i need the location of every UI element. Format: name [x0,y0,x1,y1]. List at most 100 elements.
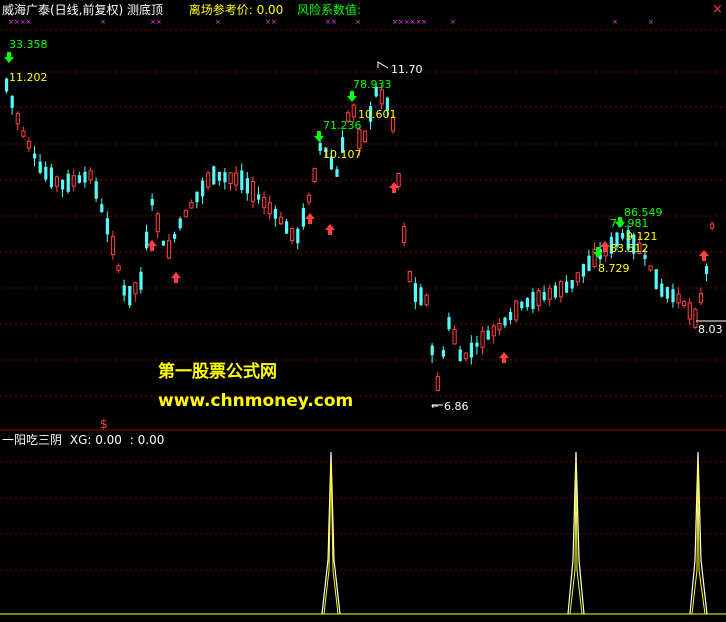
candle-body [201,180,205,197]
candle-body [710,223,715,229]
label-bottom: 6.86 [444,400,469,413]
candle-body [413,283,417,302]
candle-body [296,228,300,244]
label-r2: 79.981 [610,217,649,230]
candle-body [155,213,160,233]
candle-body [66,173,70,192]
candle-body [402,226,407,243]
svg-text:×: × [100,18,106,26]
candle-body [335,169,339,177]
candle-body [419,287,423,306]
buy-arrow-icon [499,352,509,363]
signal-arrows-layer [4,52,709,363]
candle-body [285,221,289,234]
candle-body [660,283,664,297]
candle-body [665,287,669,299]
svg-text:×: × [648,18,654,26]
candle-body [643,254,647,259]
candle-body [424,294,429,306]
sell-arrow-icon [347,91,357,102]
xg-label: XG: 0.00 [69,433,122,447]
candle-body [49,167,53,188]
candle-body [38,161,42,173]
candle-body [480,330,485,348]
candle-body [105,218,109,235]
candle-body [10,95,14,108]
svg-text:×: × [612,18,618,26]
label-right-edge: 8.03 [698,323,723,336]
candle-body [553,285,557,298]
candle-body [676,293,681,304]
xg-signal-spikes [321,451,708,615]
svg-text:××××: ×××× [8,18,31,26]
indicator-name[interactable]: 测底顶 [127,3,163,17]
lower-panel-header: 一阳吃三阴 XG: 0.00 : 0.00 [2,433,164,447]
candle-body [547,287,552,300]
candle-body [693,308,698,329]
candle-body [228,172,233,185]
watermark-url: www.chnmoney.com [158,391,354,411]
candle-body [83,171,87,183]
risk-label: 风险系数值: [296,3,361,17]
label-r4: 83.512 [610,242,649,255]
candle-body [21,130,26,137]
candle-body [301,208,305,227]
svg-text:×: × [450,18,456,26]
candle-body [116,265,121,271]
candle-body [178,218,182,229]
candle-body [514,300,519,321]
candle-body [189,202,194,209]
candle-body [44,166,48,180]
label-g2: 10.601 [358,108,397,121]
candle-body [357,128,362,150]
sell-arrow-icon [314,131,324,142]
svg-text:××××××: ×××××× [392,18,427,26]
signal-x-markers: ×××× × ×× × ×× ×× × ×××××× × × × [8,18,654,26]
svg-text:×: × [355,18,361,26]
label-g4: 10.107 [323,148,362,161]
candle-body [531,291,535,309]
candle-body [509,311,513,321]
candle-body [542,291,546,300]
exit-ref-value: 0.00 [256,3,284,17]
candle-body [61,179,65,190]
candle-body [278,216,284,225]
candle-body [306,194,312,203]
candle-body [671,289,675,303]
xg-signal-spikes-yellow [323,459,706,615]
candle-body [133,282,138,295]
candle-body [234,172,239,186]
kline-chart-canvas[interactable]: ×××× × ×× × ×× ×× × ×××××× × × × 33.358 … [0,0,726,622]
candle-body [166,240,172,259]
label-r5: 8.729 [598,262,630,275]
candle-body [94,181,98,199]
close-indicator-button[interactable]: × [712,3,723,17]
watermark-title: 第一股票公式网 [158,362,277,382]
candle-body [682,300,687,307]
candle-body [654,269,658,290]
lower-panel-title[interactable]: 一阳吃三阴 [2,433,62,447]
candle-body [565,281,569,293]
candle-body [217,171,221,181]
candle-body [183,210,188,218]
candle-body [33,153,37,159]
candle-body [206,172,211,188]
candle-body [245,178,249,194]
candle-body [587,255,591,271]
candle-body [430,345,434,356]
candle-body [396,172,401,188]
candle-body [475,342,479,347]
candle-body [128,286,132,306]
label-high-left: 33.358 [9,38,48,51]
candle-body [362,130,368,143]
candle-body [240,170,244,190]
candle-body [497,323,502,331]
candle-body [581,263,585,277]
stock-title[interactable]: 威海广泰(日线,前复权) [2,3,123,17]
candle-body [150,198,154,206]
candle-body [536,290,541,307]
candle-body [312,167,317,183]
xg-value2: : 0.00 [129,433,165,447]
price-annotations: 33.358 11.202 11.70 78.933 10.601 71.236… [9,38,726,413]
candle-body [575,272,580,283]
